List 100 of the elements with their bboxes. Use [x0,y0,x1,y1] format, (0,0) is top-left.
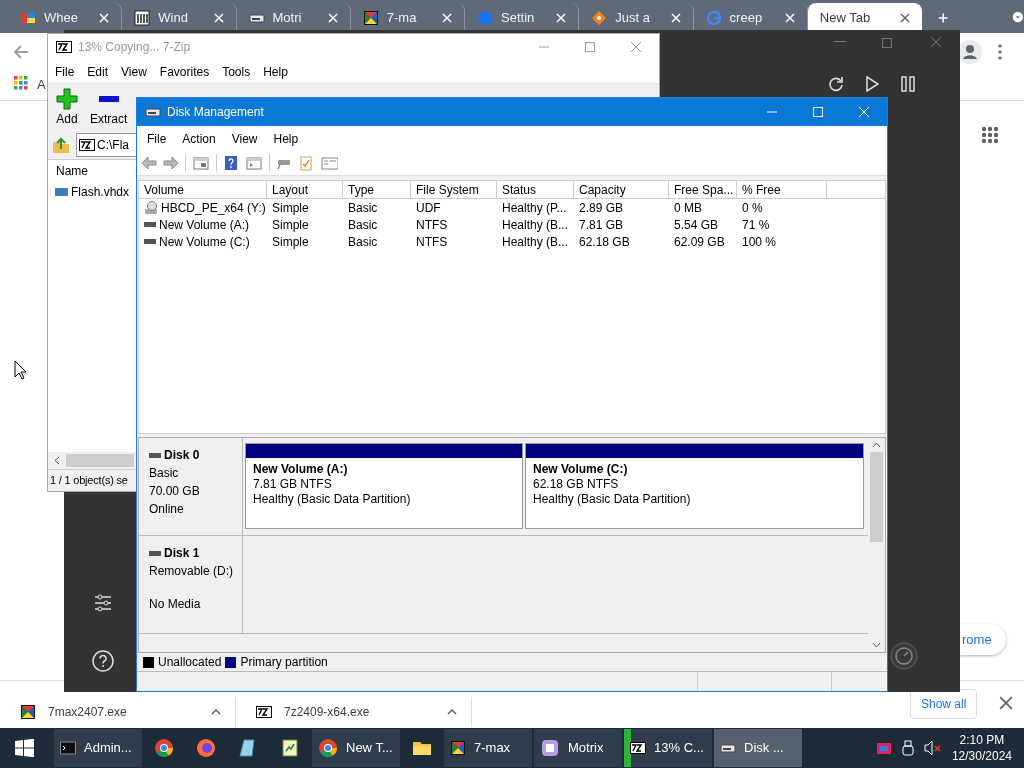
tab-favicon-icon [477,10,494,26]
profile-icon[interactable] [958,40,982,64]
legend-label: Primary partition [240,654,328,671]
menu-item[interactable]: View [231,129,258,148]
volume-row[interactable]: New Volume (C:) Simple Basic NTFS Healthy (B... 62.18 GB 62.09 GB 100 % [139,233,885,250]
table-cell-text: 62.18 GB [579,233,630,251]
menu-item[interactable]: Favorites [159,62,210,81]
column-header[interactable]: Volume [139,181,267,198]
table-cell-text: NTFS [416,216,448,234]
scrollbar-thumb[interactable] [66,454,134,467]
menu-item[interactable]: File [55,62,75,81]
path-field[interactable]: C:\Fla [76,133,136,157]
tray-app-icon[interactable] [875,740,892,756]
taskbar-button[interactable]: 7-max [444,729,532,767]
clock-date[interactable]: 12/30/2024 [951,748,1012,764]
window-title: Disk Management [167,104,265,121]
column-header[interactable]: File System [411,181,497,198]
back-arrow-icon[interactable] [13,44,29,60]
partition-name: New Volume (C:) [533,462,629,477]
taskbar-button[interactable]: Admin... [54,729,142,767]
column-header[interactable]: % Free [737,181,827,198]
folder-up-icon[interactable] [52,136,70,154]
partition-status: Healthy (Basic Data Partition) [533,492,692,507]
help-icon[interactable] [92,650,114,672]
disk-size: 70.00 GB [149,483,201,500]
partition-size: 7.81 GB NTFS [253,477,333,492]
menu-item[interactable]: Tools [222,62,251,81]
speedometer-icon[interactable] [890,642,918,670]
close-icon[interactable] [899,13,910,23]
table-cell-text: 2.89 GB [579,199,624,217]
sliders-icon[interactable] [93,593,113,613]
panel-icon[interactable] [245,155,263,171]
table-cell-text: 0 % [742,199,763,217]
file-row[interactable]: Flash.vhdx [48,182,136,202]
table-cell-text: Basic [348,199,378,217]
apps-grid-icon[interactable] [981,126,999,144]
forward-arrow-icon[interactable] [163,155,179,171]
table-cell-text: Healthy (B... [502,233,569,251]
menu-item[interactable]: View [121,62,147,81]
partition-size: 62.18 GB NTFS [533,477,620,492]
taskbar-button[interactable]: New T... [312,729,400,767]
play-icon[interactable] [865,76,879,92]
clock-time[interactable]: 2:10 PM [959,732,1005,748]
partition-block[interactable]: New Volume (A:) 7.81 GB NTFS Healthy (Basic Data Partition) [245,443,523,529]
partition-block[interactable]: New Volume (C:) 62.18 GB NTFS Healthy (Basic Data Partition) [525,443,864,529]
column-header[interactable]: Type [343,181,411,198]
menu-item[interactable]: Action [182,129,216,148]
disk-info-panel[interactable]: Disk 1 Removable (D:) No Media [139,536,243,633]
volume-row[interactable]: New Volume (A:) Simple Basic NTFS Healthy (B... 7.81 GB 5.54 GB 71 % [139,216,885,233]
panel-icon[interactable] [192,155,210,171]
table-cell-text: New Volume (A:) [159,216,250,234]
restore-icon[interactable] [882,36,894,48]
muted-speaker-icon[interactable] [923,740,942,756]
menu-item[interactable]: File [147,129,167,148]
taskbar-button[interactable]: 13% C... [624,729,712,767]
help-icon[interactable] [223,155,239,171]
disk-status: Online [149,501,185,518]
back-arrow-icon[interactable] [141,155,157,171]
download-item[interactable]: 7max2407.exe [0,696,236,727]
minus-icon [98,96,119,102]
disk-info-panel[interactable]: Disk 0 Basic 70.00 GB Online [139,438,243,535]
menu-item[interactable]: Help [273,129,299,148]
volume-row[interactable]: HBCD_PE_x64 (Y:) Simple Basic UDF Healthy (P... 2.89 GB 0 MB 0 % [139,199,885,216]
menu-item[interactable]: Help [263,62,288,81]
column-header[interactable]: Free Spa... [669,181,737,198]
column-header[interactable]: Capacity [574,181,669,198]
table-cell-text: Healthy (B... [502,216,569,234]
checklist-icon[interactable] [298,155,314,171]
toolbar-button[interactable]: Extract [90,88,128,128]
column-header[interactable]: Name [48,160,136,182]
menu-item[interactable]: Edit [87,62,109,81]
column-header[interactable]: Layout [267,181,343,198]
minimize-icon[interactable] [834,41,846,43]
new-tab-icon[interactable] [937,11,949,25]
bookmark-label[interactable]: A [37,75,46,95]
show-all-button[interactable]: Show all [910,689,978,719]
usb-icon[interactable] [901,740,914,756]
download-item[interactable]: 7z2409-x64.exe [236,696,472,727]
scrollbar-thumb[interactable] [870,452,883,542]
browser-tab[interactable]: New Tab [807,3,922,33]
close-icon[interactable] [930,36,942,48]
drive-icon [55,188,68,196]
disk-name: Disk 0 [164,447,200,464]
taskbar-button[interactable]: Disk ... [714,729,802,767]
tab-search-icon[interactable] [1012,9,1024,25]
chrome-page-button[interactable]: rome [960,624,1006,655]
column-header[interactable]: Status [497,181,574,198]
horizontal-scrollbar[interactable] [48,452,136,469]
close-icon[interactable] [999,696,1013,710]
app-icon [630,740,646,756]
disc-drive-icon [144,200,158,215]
menu-icon[interactable] [998,44,1002,60]
refresh-icon[interactable] [828,76,844,92]
chevron-icon[interactable] [211,708,221,715]
chevron-icon[interactable] [447,708,457,715]
apps-grid-icon[interactable] [14,76,28,90]
taskbar-button[interactable]: Motrix [534,729,622,767]
table-cell-text: New Volume (C:) [159,233,250,251]
toolbar-button[interactable]: Add [56,88,78,128]
pause-icon[interactable] [901,76,915,92]
